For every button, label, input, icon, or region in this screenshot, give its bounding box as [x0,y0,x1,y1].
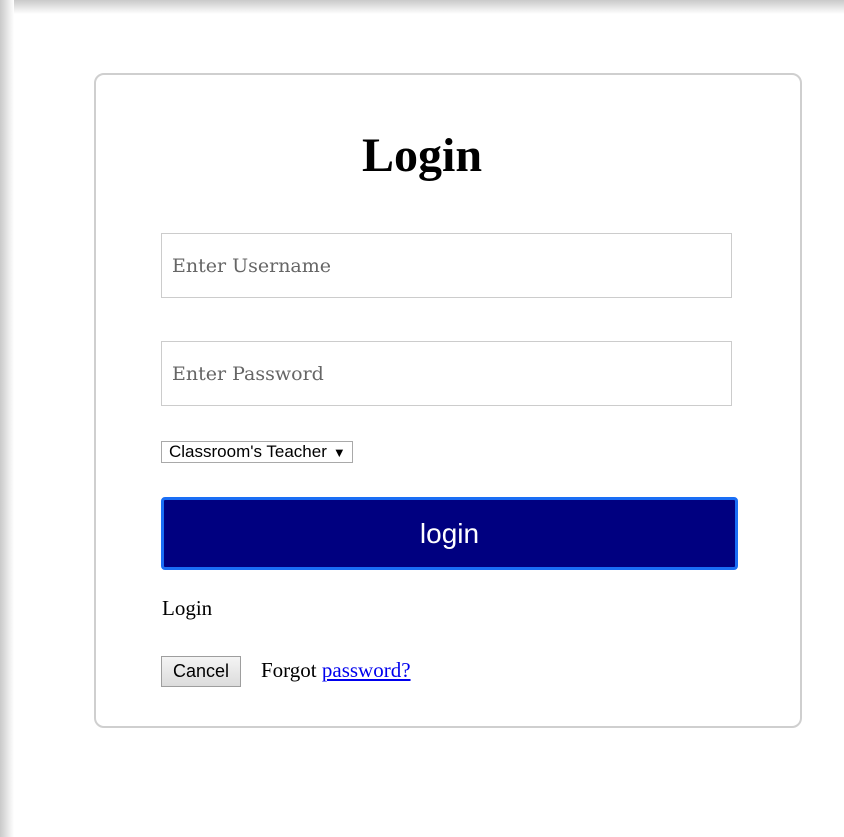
username-input[interactable] [161,233,732,298]
window-shadow-left [0,0,14,837]
cancel-button[interactable]: Cancel [161,656,242,687]
forgot-password-row: Forgot password? [261,658,411,683]
login-button-label: login [419,517,480,549]
forgot-password-link[interactable]: password? [322,658,411,682]
password-input[interactable] [161,341,732,406]
dropdown-arrow-icon: ▼ [332,444,346,460]
cancel-button-label: Cancel [173,661,230,681]
role-select-value: Classroom's Teacher [169,442,327,461]
window-shadow-top [0,0,844,14]
page-title: Login [361,129,483,182]
login-label: Login [162,596,213,620]
login-button[interactable]: login [161,497,738,570]
forgot-text: Forgot [261,658,317,682]
role-select[interactable]: Classroom's Teacher ▼ [161,441,353,463]
